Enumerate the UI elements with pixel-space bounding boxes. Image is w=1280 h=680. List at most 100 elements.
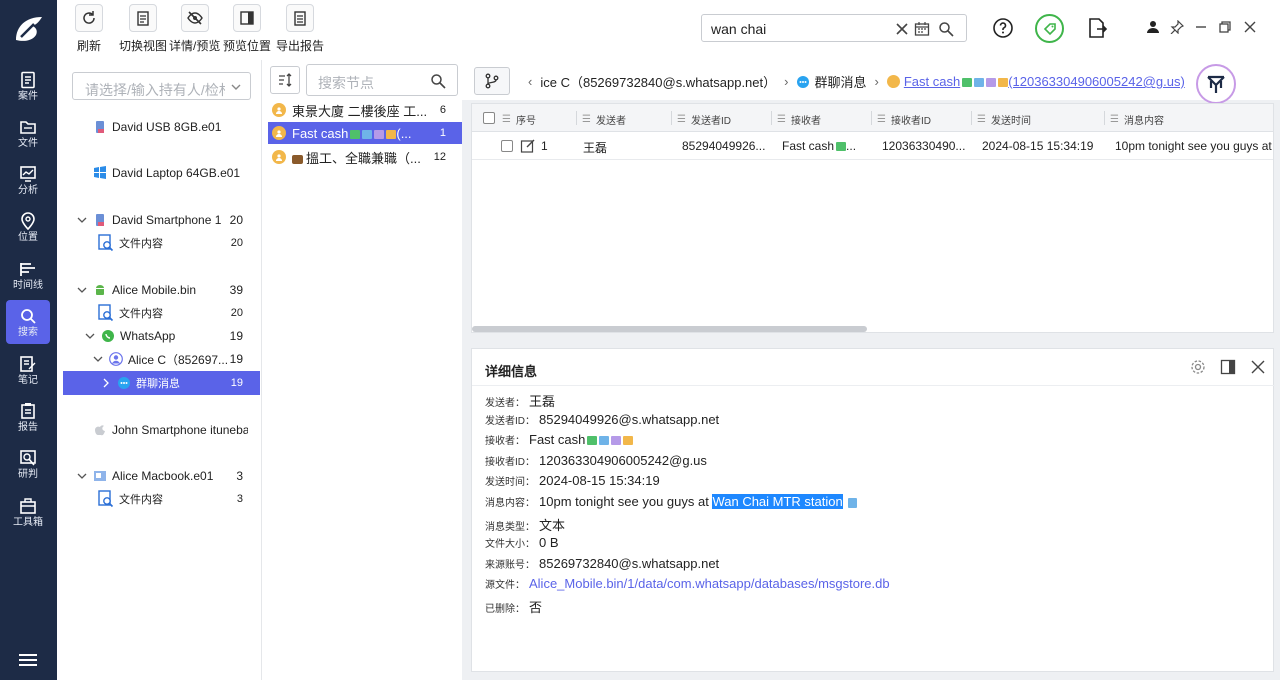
filter-icon[interactable]: ☰ <box>1110 114 1119 125</box>
nav-item-report[interactable]: 报告 <box>6 395 50 439</box>
nav-item-location[interactable]: 位置 <box>6 205 50 249</box>
gear-icon[interactable] <box>1190 359 1206 375</box>
calendar-icon[interactable] <box>914 21 930 37</box>
global-search-input[interactable]: wan chai <box>701 14 967 42</box>
close-icon[interactable] <box>1243 20 1257 34</box>
evidence-tree-panel: 请选择/输入持有人/检材 David USB 8GB.e01 David Lap… <box>57 60 262 680</box>
table-header: ☰ 序号 ☰ 发送者 ☰ 发送者ID ☰ 接收者 ☰ 接收者ID ☰ 发送时间 ☰ 消息内容 <box>472 104 1273 132</box>
nav-item-case[interactable]: 案件 <box>6 64 50 108</box>
nav-item-note[interactable]: 笔记 <box>6 348 50 392</box>
tree-item-david-smartphone[interactable]: David Smartphone 1 20 <box>77 209 243 231</box>
detail-preview-label: 详情/预览 <box>169 39 221 53</box>
table-row[interactable]: 1 王磊 85294049926... Fast cash... 1203633… <box>472 132 1273 160</box>
tree-item-file-content[interactable]: 文件内容 3 <box>97 488 243 510</box>
help-icon[interactable] <box>992 17 1014 39</box>
nav-item-timeline[interactable]: 时间线 <box>6 253 50 297</box>
breadcrumb-item[interactable]: ice C（85269732840@s.whatsapp.net） <box>540 72 776 91</box>
column-header[interactable]: ☰ 接收者ID <box>871 111 931 127</box>
search-icon[interactable] <box>938 21 954 37</box>
tree-item-john-smartphone[interactable]: John Smartphone itunebackup <box>93 419 248 441</box>
field-sender: 发送者： 王磊 <box>485 394 556 409</box>
source-file-link[interactable]: Alice_Mobile.bin/1/data/com.whatsapp/dat… <box>529 576 890 591</box>
windows-icon <box>94 166 106 179</box>
tree-item-alice-c[interactable]: Alice C（852697... 19 <box>93 348 243 370</box>
cell-sender-id: 85294049926... <box>682 139 766 153</box>
breadcrumb: ‹ ice C（85269732840@s.whatsapp.net） › 群聊… <box>524 72 1207 91</box>
tree-item-group-messages[interactable]: 群聊消息 19 <box>101 372 243 394</box>
export-file-icon[interactable] <box>1086 17 1108 39</box>
filter-icon[interactable]: ☰ <box>502 114 511 125</box>
user-icon[interactable] <box>1146 20 1160 34</box>
nav-item-judge[interactable]: 研判 <box>6 442 50 486</box>
tree-item-count: 20 <box>229 213 243 227</box>
column-header[interactable]: ☰ 消息内容 <box>1104 111 1164 127</box>
restore-icon[interactable] <box>1218 20 1232 34</box>
nav-item-search[interactable]: 搜索 <box>6 300 50 344</box>
chevron-left-icon[interactable]: ‹ <box>528 74 532 89</box>
node-item[interactable]: 東景大廈 二樓後座 工... 6 <box>268 99 462 121</box>
tree-item-alice-macbook[interactable]: Alice Macbook.e01 3 <box>77 465 243 487</box>
pin-icon[interactable] <box>1170 20 1184 34</box>
column-header[interactable]: ☰ 发送时间 <box>971 111 1031 127</box>
field-sender-id: 发送者ID： 85294049926@s.whatsapp.net <box>485 412 720 427</box>
filter-icon[interactable]: ☰ <box>877 114 886 125</box>
detail-preview-button[interactable]: 详情/预览 <box>169 4 220 54</box>
switch-view-button[interactable]: 切换视图 <box>119 4 167 54</box>
column-header[interactable]: ☰ 接收者 <box>771 111 821 127</box>
filter-icon[interactable]: ☰ <box>582 114 591 125</box>
minimize-icon[interactable] <box>1194 20 1208 34</box>
chevron-right-icon[interactable] <box>101 378 111 388</box>
tree-item-count: 39 <box>229 283 243 297</box>
clear-icon[interactable] <box>894 21 910 37</box>
sort-button[interactable] <box>270 66 300 94</box>
column-header[interactable]: ☰ 序号 <box>502 112 536 127</box>
branch-icon <box>485 73 499 89</box>
chevron-down-icon[interactable] <box>93 354 103 364</box>
filter-icon[interactable]: ☰ <box>977 114 986 125</box>
node-search-input[interactable]: 搜索节点 <box>306 64 458 96</box>
chevron-down-icon[interactable] <box>77 215 87 225</box>
tree-item-file-content[interactable]: 文件内容 20 <box>97 232 243 254</box>
panel-right-icon[interactable] <box>1220 359 1236 375</box>
column-header[interactable]: ☰ 发送者 <box>576 111 626 127</box>
chevron-down-icon[interactable] <box>77 471 87 481</box>
nav-item-toolbox[interactable]: 工具箱 <box>6 490 50 534</box>
tree-item-whatsapp[interactable]: WhatsApp 19 <box>85 325 243 347</box>
select-all-checkbox[interactable] <box>483 112 495 124</box>
chevron-down-icon[interactable] <box>85 331 95 341</box>
breadcrumb-current[interactable]: Fast cash (120363304906005242@g.us) <box>904 74 1185 89</box>
export-report-label: 导出报告 <box>276 39 325 53</box>
assistant-logo-icon[interactable] <box>1196 64 1236 104</box>
cell-index: 1 <box>541 139 548 153</box>
column-header[interactable]: ☰ 发送者ID <box>671 111 731 127</box>
row-checkbox[interactable] <box>501 140 513 152</box>
nav-item-file[interactable]: 文件 <box>6 111 50 155</box>
tree-item-alice-mobile[interactable]: Alice Mobile.bin 39 <box>77 279 243 301</box>
search-icon[interactable] <box>430 73 446 89</box>
horizontal-scrollbar[interactable] <box>472 326 867 332</box>
filter-icon[interactable]: ☰ <box>677 114 686 125</box>
export-report-button[interactable]: 导出报告 <box>276 4 324 54</box>
nav-item-analysis[interactable]: 分析 <box>6 158 50 202</box>
breadcrumb-item[interactable]: 群聊消息 <box>814 72 866 91</box>
filter-icon[interactable]: ☰ <box>777 114 786 125</box>
preview-position-button[interactable]: 预览位置 <box>223 4 271 54</box>
group-chat-icon <box>797 75 810 88</box>
chevron-down-icon[interactable] <box>77 285 87 295</box>
node-item[interactable]: 搵工、全職兼職（... 12 <box>268 146 462 168</box>
report-icon <box>21 402 35 419</box>
refresh-icon <box>83 11 95 24</box>
group-avatar-icon <box>272 150 286 164</box>
edit-icon[interactable] <box>520 138 536 154</box>
tag-status-button[interactable] <box>1035 14 1064 43</box>
holder-filter-select[interactable]: 请选择/输入持有人/检材 <box>72 72 251 100</box>
close-icon[interactable] <box>1250 359 1266 375</box>
menu-icon[interactable] <box>19 653 37 667</box>
tree-item-david-laptop[interactable]: David Laptop 64GB.e01 <box>93 162 253 184</box>
node-item-selected[interactable]: Fast cash (... 1 <box>268 122 462 144</box>
tree-item-david-usb[interactable]: David USB 8GB.e01 <box>93 116 253 138</box>
branch-button[interactable] <box>474 67 510 95</box>
field-content: 消息内容： 10pm tonight see you guys at Wan Ch… <box>485 494 858 509</box>
refresh-button[interactable]: 刷新 <box>75 4 103 54</box>
tree-item-file-content[interactable]: 文件内容 20 <box>97 302 243 324</box>
